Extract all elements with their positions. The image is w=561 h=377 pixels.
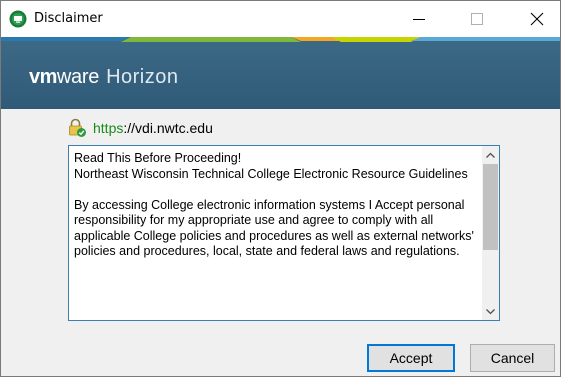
server-url-row: https://vdi.nwtc.edu bbox=[67, 118, 213, 138]
window-title: Disclaimer bbox=[34, 11, 103, 26]
lock-check-icon bbox=[69, 118, 86, 137]
vmware-horizon-logo: vmware Horizon bbox=[29, 65, 178, 89]
disclaimer-text[interactable]: Read This Before Proceeding! Northeast W… bbox=[74, 151, 478, 260]
vmware-horizon-app-icon bbox=[9, 10, 27, 28]
server-url: https://vdi.nwtc.edu bbox=[93, 120, 213, 136]
cancel-button[interactable]: Cancel bbox=[470, 344, 555, 372]
url-scheme: https bbox=[93, 120, 124, 136]
scroll-down-button[interactable] bbox=[482, 303, 499, 320]
scroll-up-button[interactable] bbox=[482, 146, 499, 163]
url-host: ://vdi.nwtc.edu bbox=[123, 120, 213, 136]
accept-button[interactable]: Accept bbox=[367, 344, 455, 372]
maximize-button[interactable] bbox=[454, 1, 500, 37]
vmware-horizon-banner: vmware Horizon bbox=[1, 37, 560, 109]
logo-vm: vm bbox=[29, 66, 57, 88]
banner-color-stripe bbox=[1, 37, 560, 42]
disclaimer-textbox[interactable]: Read This Before Proceeding! Northeast W… bbox=[68, 145, 500, 321]
close-button[interactable] bbox=[514, 1, 560, 37]
title-bar[interactable]: Disclaimer bbox=[1, 1, 560, 37]
minimize-button[interactable] bbox=[396, 1, 442, 37]
minimize-icon bbox=[413, 19, 425, 20]
logo-ware: ware bbox=[56, 66, 100, 88]
scroll-thumb[interactable] bbox=[483, 164, 498, 250]
chevron-down-icon bbox=[486, 308, 495, 314]
disclaimer-window: Disclaimer vmware Horizon https://vdi.nw… bbox=[0, 0, 561, 377]
logo-product-name: Horizon bbox=[106, 66, 179, 88]
vertical-scrollbar[interactable] bbox=[482, 146, 499, 320]
chevron-up-icon bbox=[486, 152, 495, 158]
maximize-icon bbox=[471, 13, 483, 25]
close-icon bbox=[530, 12, 544, 26]
dialog-footer: Accept Cancel bbox=[1, 331, 560, 376]
